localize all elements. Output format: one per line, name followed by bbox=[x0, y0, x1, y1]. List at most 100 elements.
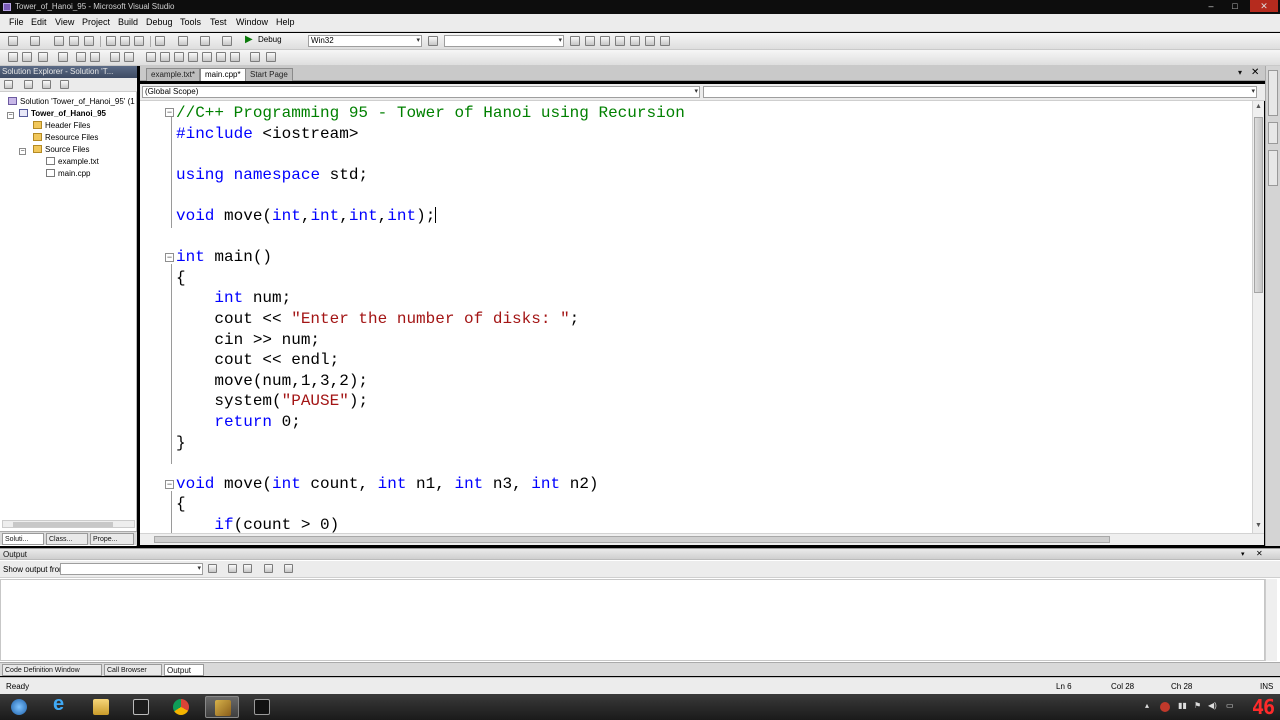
code-line[interactable]: int num; bbox=[176, 288, 291, 308]
cut-icon[interactable] bbox=[106, 36, 116, 46]
scroll-down-icon[interactable]: ▼ bbox=[1255, 522, 1262, 529]
view-class-diagram-icon[interactable] bbox=[60, 80, 69, 89]
collapse-region-icon[interactable]: − bbox=[165, 480, 174, 489]
collapse-region-icon[interactable]: − bbox=[165, 108, 174, 117]
minimize-button[interactable]: – bbox=[1200, 0, 1222, 12]
collapse-toggle-icon[interactable]: − bbox=[7, 112, 14, 119]
navigate-back-icon[interactable] bbox=[200, 36, 210, 46]
code-line[interactable]: //C++ Programming 95 - Tower of Hanoi us… bbox=[176, 103, 685, 123]
tab-solution-explorer[interactable]: Soluti... bbox=[2, 533, 44, 545]
refresh-icon[interactable] bbox=[42, 80, 51, 89]
member-list-icon[interactable] bbox=[8, 52, 18, 62]
taskbar-file-explorer[interactable] bbox=[84, 696, 118, 718]
output-text-area[interactable] bbox=[0, 579, 1265, 661]
show-hidden-icons-icon[interactable]: ▴ bbox=[1145, 701, 1149, 710]
tab-property-manager[interactable]: Prope... bbox=[90, 533, 134, 545]
solution-explorer-hscrollbar[interactable] bbox=[2, 520, 135, 528]
code-line[interactable]: move(num,1,3,2); bbox=[176, 371, 368, 391]
tab-output[interactable]: Output bbox=[164, 664, 204, 676]
open-file-icon[interactable] bbox=[54, 36, 64, 46]
solution-configuration-select[interactable]: Debug bbox=[256, 35, 304, 47]
show-all-files-icon[interactable] bbox=[24, 80, 33, 89]
editor-vscrollbar[interactable]: ▲ ▼ bbox=[1252, 101, 1264, 533]
prev-bookmark-folder-icon[interactable] bbox=[188, 52, 198, 62]
object-browser-icon[interactable] bbox=[600, 36, 610, 46]
menu-build[interactable]: Build bbox=[118, 17, 138, 27]
menu-window[interactable]: Window bbox=[236, 17, 268, 27]
properties-tab[interactable] bbox=[1268, 150, 1278, 186]
navigate-forward-icon[interactable] bbox=[222, 36, 232, 46]
active-files-dropdown-icon[interactable]: ▾ bbox=[1238, 68, 1242, 77]
redo-icon[interactable] bbox=[178, 36, 188, 46]
editor-hscrollbar[interactable] bbox=[140, 533, 1264, 545]
save-icon[interactable] bbox=[69, 36, 79, 46]
tree-item-resource-files[interactable]: Resource Files bbox=[33, 133, 98, 142]
undo-icon[interactable] bbox=[155, 36, 165, 46]
battery-icon[interactable]: ▭ bbox=[1226, 701, 1234, 710]
code-line[interactable]: if(count > 0) bbox=[176, 515, 339, 533]
scrollbar-thumb[interactable] bbox=[1254, 117, 1263, 293]
start-button[interactable] bbox=[2, 696, 36, 718]
menu-help[interactable]: Help bbox=[276, 17, 295, 27]
previous-bookmark-icon[interactable] bbox=[160, 52, 170, 62]
decrease-indent-icon[interactable] bbox=[76, 52, 86, 62]
clear-bookmarks-icon[interactable] bbox=[250, 52, 260, 62]
tab-start-page[interactable]: Start Page bbox=[245, 68, 293, 81]
taskbar-chrome[interactable] bbox=[164, 696, 198, 718]
taskbar-media-player[interactable] bbox=[124, 696, 158, 718]
tree-item-main-cpp[interactable]: main.cpp bbox=[46, 169, 90, 178]
collapse-region-icon[interactable]: − bbox=[165, 253, 174, 262]
code-line[interactable]: int main() bbox=[176, 247, 272, 267]
next-bookmark-icon[interactable] bbox=[174, 52, 184, 62]
bookmark-icon[interactable] bbox=[146, 52, 156, 62]
next-bookmark-folder-icon[interactable] bbox=[202, 52, 212, 62]
member-select[interactable]: ▾ bbox=[703, 86, 1257, 98]
tab-class-view[interactable]: Class... bbox=[46, 533, 88, 545]
solution-platform-select[interactable]: Win32 ▾ bbox=[308, 35, 422, 47]
network-icon[interactable]: ▮▮ bbox=[1178, 701, 1187, 710]
toolbox-tab[interactable] bbox=[1268, 122, 1278, 144]
add-item-icon[interactable] bbox=[30, 36, 40, 46]
code-line[interactable]: { bbox=[176, 494, 186, 514]
code-line[interactable]: void move(int count, int n1, int n3, int… bbox=[176, 474, 599, 494]
toolbox-icon[interactable] bbox=[615, 36, 625, 46]
code-line[interactable]: { bbox=[176, 268, 186, 288]
output-vscrollbar[interactable] bbox=[1265, 579, 1277, 661]
close-window-button[interactable]: ✕ bbox=[1250, 0, 1278, 12]
prev-bookmark-doc-icon[interactable] bbox=[216, 52, 226, 62]
quick-info-icon[interactable] bbox=[38, 52, 48, 62]
code-line[interactable]: } bbox=[176, 433, 186, 453]
properties-icon[interactable] bbox=[585, 36, 595, 46]
scrollbar-thumb[interactable] bbox=[154, 536, 1110, 543]
solution-explorer-icon[interactable] bbox=[570, 36, 580, 46]
server-explorer-tab[interactable] bbox=[1268, 70, 1278, 116]
scope-select[interactable]: (Global Scope) ▾ bbox=[142, 86, 700, 98]
maximize-button[interactable]: □ bbox=[1224, 0, 1246, 12]
tab-call-browser[interactable]: Call Browser bbox=[104, 664, 162, 676]
tree-item-solution[interactable]: Solution 'Tower_of_Hanoi_95' (1 bbox=[8, 97, 135, 106]
panel-close-icon[interactable]: ✕ bbox=[1256, 549, 1263, 558]
code-line[interactable]: void move(int,int,int,int); bbox=[176, 206, 437, 226]
collapse-toggle-icon[interactable]: − bbox=[19, 148, 26, 155]
parameter-info-icon[interactable] bbox=[22, 52, 32, 62]
tree-item-header-files[interactable]: Header Files bbox=[33, 121, 90, 130]
code-line[interactable]: return 0; bbox=[176, 412, 300, 432]
paste-icon[interactable] bbox=[134, 36, 144, 46]
toolbar-options-icon[interactable] bbox=[266, 52, 276, 62]
window-title-bar[interactable]: Tower_of_Hanoi_95 - Microsoft Visual Stu… bbox=[0, 0, 1280, 14]
code-line[interactable]: system("PAUSE"); bbox=[176, 391, 368, 411]
volume-icon[interactable]: ◀) bbox=[1208, 701, 1217, 710]
menu-view[interactable]: View bbox=[55, 17, 74, 27]
find-message-icon[interactable] bbox=[208, 564, 217, 573]
copy-icon[interactable] bbox=[120, 36, 130, 46]
previous-message-icon[interactable] bbox=[228, 564, 237, 573]
close-document-icon[interactable]: ✕ bbox=[1251, 67, 1259, 78]
increase-indent-icon[interactable] bbox=[90, 52, 100, 62]
tree-item-source-files[interactable]: Source Files bbox=[33, 145, 89, 154]
comment-out-icon[interactable] bbox=[110, 52, 120, 62]
scrollbar-thumb[interactable] bbox=[13, 522, 113, 527]
tree-item-project[interactable]: Tower_of_Hanoi_95 bbox=[19, 109, 106, 118]
menu-tools[interactable]: Tools bbox=[180, 17, 201, 27]
scroll-up-icon[interactable]: ▲ bbox=[1255, 103, 1262, 110]
menu-edit[interactable]: Edit bbox=[31, 17, 47, 27]
